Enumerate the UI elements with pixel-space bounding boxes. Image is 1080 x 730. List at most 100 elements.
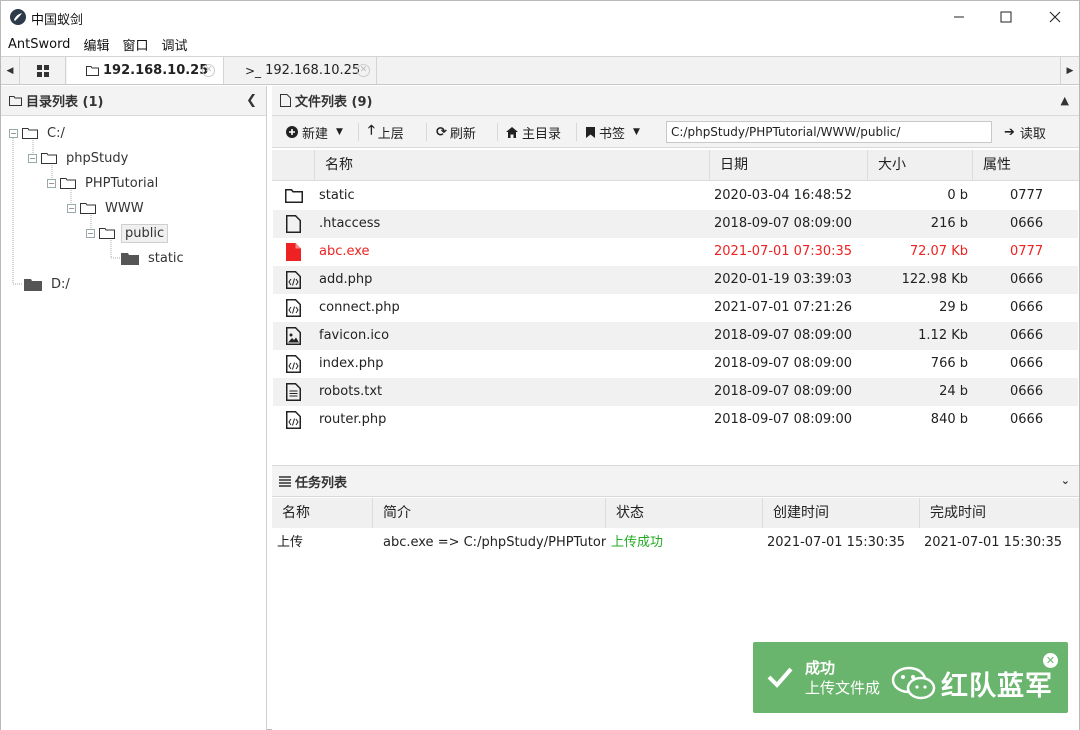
collapse-toggle-icon[interactable]: − bbox=[67, 203, 76, 213]
maximize-button[interactable] bbox=[982, 1, 1030, 33]
up-level-button[interactable]: 🡑 上层 bbox=[364, 121, 408, 143]
collapse-toggle-icon[interactable]: − bbox=[9, 128, 18, 138]
file-attr: 0666 bbox=[1010, 384, 1044, 399]
folder-open-icon bbox=[60, 178, 76, 189]
file-row[interactable]: index.php 2018-09-07 08:09:00 766 b 0666 bbox=[273, 350, 1078, 378]
folder-icon bbox=[24, 278, 42, 291]
close-window-button[interactable] bbox=[1031, 1, 1079, 33]
tab-label: 192.168.10.25 bbox=[265, 63, 361, 78]
file-row-highlighted[interactable]: abc.exe 2021-07-01 07:30:35 72.07 Kb 077… bbox=[273, 238, 1078, 266]
file-date: 2018-09-07 08:09:00 bbox=[714, 216, 853, 231]
collapse-panel-icon[interactable]: ❮ bbox=[246, 93, 257, 108]
home-dir-button[interactable]: 主目录 bbox=[502, 121, 565, 143]
new-button[interactable]: 新建 ▼ bbox=[282, 121, 347, 143]
toast-message: 上传文件成 bbox=[805, 679, 881, 697]
tab-scroll-left-icon[interactable]: ◀ bbox=[1, 57, 20, 84]
file-row[interactable]: .htaccess 2018-09-07 08:09:00 216 b 0666 bbox=[273, 210, 1078, 238]
task-column-name[interactable]: 名称 bbox=[272, 498, 372, 528]
toast-close-icon[interactable]: ✕ bbox=[1043, 653, 1058, 668]
chevron-down-icon[interactable]: ⌄ bbox=[1061, 474, 1070, 487]
read-button[interactable]: ➔ 读取 bbox=[1000, 121, 1050, 143]
task-column-status[interactable]: 状态 bbox=[605, 498, 762, 528]
new-button-label: 新建 bbox=[302, 126, 329, 142]
file-name: robots.txt bbox=[319, 384, 383, 399]
task-column-finished[interactable]: 完成时间 bbox=[919, 498, 1079, 528]
file-row[interactable]: favicon.ico 2018-09-07 08:09:00 1.12 Kb … bbox=[273, 322, 1078, 350]
file-row[interactable]: static 2020-03-04 16:48:52 0 b 0777 bbox=[273, 182, 1078, 210]
tree-node-phptutorial[interactable]: − PHPTutorial bbox=[47, 173, 161, 193]
menu-antsword[interactable]: AntSword bbox=[8, 37, 70, 52]
file-panel-header: 文件列表 (9) ▲ bbox=[272, 86, 1079, 116]
file-row[interactable]: add.php 2020-01-19 03:39:03 122.98 Kb 06… bbox=[273, 266, 1078, 294]
minimize-button[interactable] bbox=[935, 1, 983, 33]
tree-node-label: WWW bbox=[105, 200, 144, 216]
collapse-toggle-icon[interactable]: − bbox=[28, 153, 37, 163]
separator bbox=[426, 123, 427, 141]
app-logo-icon bbox=[10, 9, 26, 25]
directory-panel-title: 目录列表 (1) bbox=[26, 95, 104, 110]
tab-close-icon[interactable]: ✕ bbox=[202, 64, 215, 77]
task-finished: 2021-07-01 15:30:35 bbox=[924, 535, 1063, 550]
menu-edit[interactable]: 编辑 bbox=[83, 35, 109, 54]
tree-node-d[interactable]: D:/ bbox=[24, 274, 73, 294]
column-name[interactable]: 名称 bbox=[314, 150, 709, 181]
bookmark-label: 书签 bbox=[599, 126, 626, 142]
file-name: static bbox=[319, 188, 355, 203]
refresh-icon: ⟳ bbox=[436, 124, 447, 140]
file-name: router.php bbox=[319, 412, 387, 427]
tree-node-www[interactable]: − WWW bbox=[67, 198, 147, 218]
menu-debug[interactable]: 调试 bbox=[161, 35, 187, 54]
collapse-toggle-icon[interactable]: − bbox=[47, 178, 56, 188]
arrow-right-icon: ➔ bbox=[1004, 124, 1015, 140]
tab-close-icon[interactable]: ✕ bbox=[357, 64, 370, 77]
file-attr: 0666 bbox=[1010, 272, 1044, 287]
menu-window[interactable]: 窗口 bbox=[122, 35, 148, 54]
collapse-up-icon[interactable]: ▲ bbox=[1061, 94, 1069, 107]
tree-node-label: phpStudy bbox=[66, 150, 129, 166]
column-attr[interactable]: 属性 bbox=[972, 150, 1079, 181]
list-icon bbox=[279, 475, 291, 487]
plus-circle-icon bbox=[286, 126, 298, 138]
tab-home[interactable] bbox=[20, 57, 66, 84]
title-bar: 中国蚁剑 bbox=[1, 1, 1079, 33]
column-size[interactable]: 大小 bbox=[867, 150, 972, 181]
menu-bar: AntSword 编辑 窗口 调试 bbox=[1, 33, 1079, 55]
file-size: 766 b bbox=[930, 356, 968, 371]
tab-terminal[interactable]: >_ 192.168.10.25 ✕ bbox=[225, 57, 377, 84]
tree-node-c[interactable]: − C:/ bbox=[9, 123, 68, 143]
file-size: 72.07 Kb bbox=[909, 244, 968, 259]
dropdown-caret-icon: ▼ bbox=[336, 127, 343, 137]
task-created: 2021-07-01 15:30:35 bbox=[767, 535, 906, 550]
collapse-toggle-icon[interactable]: − bbox=[86, 228, 95, 238]
file-name: .htaccess bbox=[319, 216, 381, 231]
grid-icon bbox=[36, 64, 49, 77]
toast-title: 成功 bbox=[805, 659, 836, 677]
bookmark-icon bbox=[586, 126, 595, 138]
file-row[interactable]: connect.php 2021-07-01 07:21:26 29 b 066… bbox=[273, 294, 1078, 322]
home-icon bbox=[506, 126, 518, 138]
tab-bar: ◀ 192.168.10.25 ✕ >_ 192.168.10.25 ✕ ▶ bbox=[1, 56, 1079, 85]
task-column-created[interactable]: 创建时间 bbox=[762, 498, 919, 528]
tree-node-phpstudy[interactable]: − phpStudy bbox=[28, 148, 131, 168]
bookmark-button[interactable]: 书签 ▼ bbox=[582, 121, 644, 143]
folder-open-icon bbox=[22, 128, 38, 139]
file-attr: 0777 bbox=[1010, 188, 1044, 203]
tree-node-label: static bbox=[148, 250, 184, 266]
column-date[interactable]: 日期 bbox=[709, 150, 867, 181]
task-column-desc[interactable]: 简介 bbox=[372, 498, 605, 528]
file-row[interactable]: robots.txt 2018-09-07 08:09:00 24 b 0666 bbox=[273, 378, 1078, 406]
path-input[interactable] bbox=[666, 121, 992, 143]
read-label: 读取 bbox=[1019, 126, 1046, 142]
tree-node-public[interactable]: − public bbox=[86, 223, 169, 243]
tab-scroll-right-icon[interactable]: ▶ bbox=[1060, 57, 1079, 84]
folder-open-icon bbox=[41, 153, 57, 164]
tree-node-static[interactable]: static bbox=[121, 248, 187, 268]
folder-icon bbox=[121, 252, 139, 265]
folder-icon bbox=[86, 66, 99, 76]
file-row[interactable]: router.php 2018-09-07 08:09:00 840 b 066… bbox=[273, 406, 1078, 434]
tree-node-label: D:/ bbox=[51, 276, 70, 292]
folder-open-icon bbox=[80, 203, 96, 214]
refresh-button[interactable]: ⟳ 刷新 bbox=[432, 121, 480, 143]
tab-file-manager[interactable]: 192.168.10.25 ✕ bbox=[67, 57, 224, 84]
file-date: 2020-01-19 03:39:03 bbox=[714, 272, 853, 287]
